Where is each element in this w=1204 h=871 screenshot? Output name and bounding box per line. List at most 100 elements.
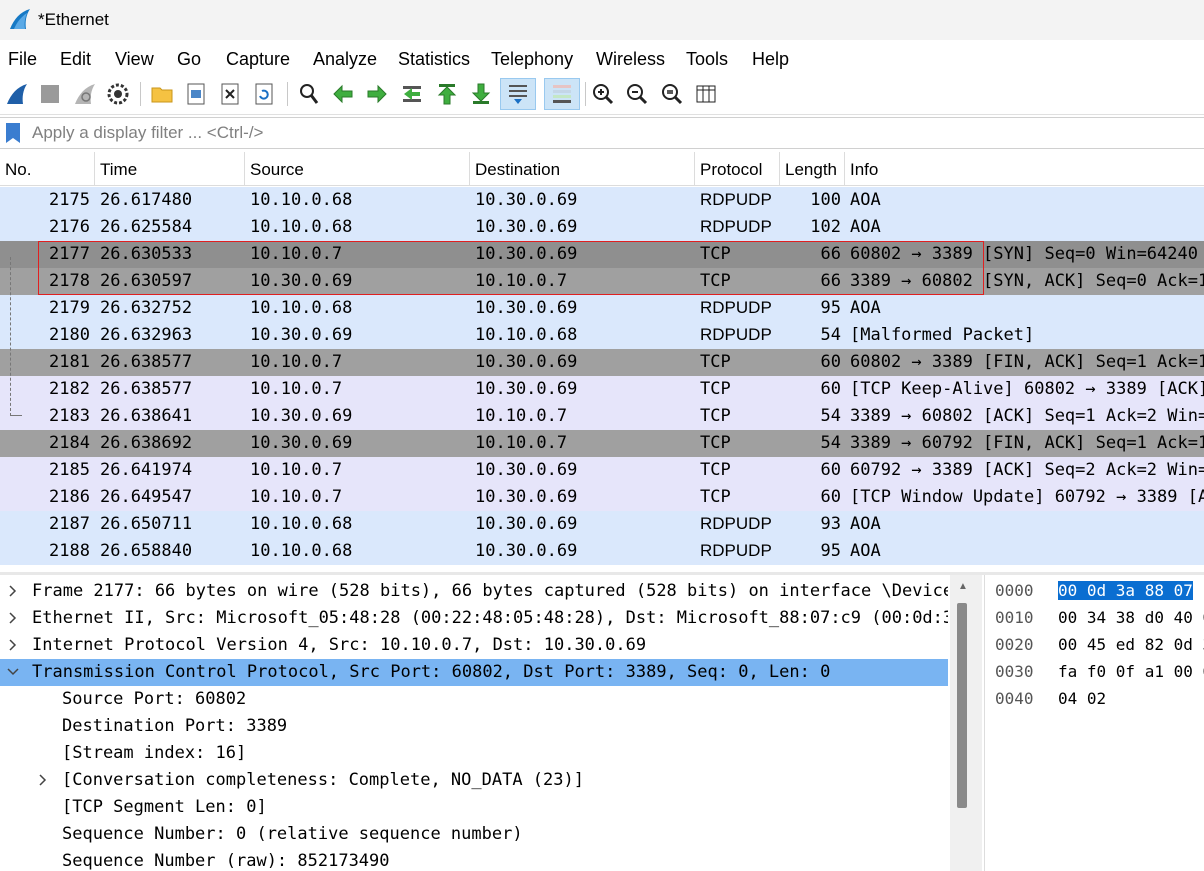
menu-go[interactable]: Go xyxy=(177,49,201,70)
packet-time: 26.650711 xyxy=(100,514,193,534)
previous-packet-button[interactable] xyxy=(328,78,358,110)
packet-row[interactable]: 2181 26.638577 10.10.0.7 10.30.0.69 TCP 60 608… xyxy=(0,349,1204,376)
packet-source: 10.30.0.69 xyxy=(250,406,353,426)
capture-options-button[interactable] xyxy=(103,78,133,110)
menu-statistics[interactable]: Statistics xyxy=(398,49,470,70)
menu-edit[interactable]: Edit xyxy=(60,49,91,70)
column-header-no[interactable]: No. xyxy=(0,152,95,186)
start-capture-button[interactable] xyxy=(2,78,32,110)
chevron-down-icon[interactable] xyxy=(6,665,20,679)
zoom-in-button[interactable] xyxy=(588,78,618,110)
detail-row[interactable]: Internet Protocol Version 4, Src: 10.10.… xyxy=(0,632,948,659)
zoom-out-button[interactable] xyxy=(622,78,652,110)
chevron-right-icon[interactable] xyxy=(6,584,20,598)
column-header-source[interactable]: Source xyxy=(245,152,470,186)
detail-row[interactable]: Source Port: 60802 xyxy=(0,686,948,713)
chevron-right-icon[interactable] xyxy=(6,638,20,652)
chevron-right-icon[interactable] xyxy=(36,773,50,787)
detail-text: Destination Port: 3389 xyxy=(62,716,288,736)
detail-row[interactable]: Frame 2177: 66 bytes on wire (528 bits),… xyxy=(0,578,948,605)
column-header-time[interactable]: Time xyxy=(95,152,245,186)
packet-length: 95 xyxy=(820,298,841,318)
packet-length: 60 xyxy=(820,487,841,507)
detail-text: Ethernet II, Src: Microsoft_05:48:28 (00… xyxy=(32,608,948,628)
resize-columns-button[interactable] xyxy=(691,78,721,110)
menu-tools[interactable]: Tools xyxy=(686,49,728,70)
menu-help[interactable]: Help xyxy=(752,49,789,70)
close-file-button[interactable] xyxy=(215,78,245,110)
packet-row[interactable]: 2178 26.630597 10.30.0.69 10.10.0.7 TCP 66 338… xyxy=(0,268,1204,295)
auto-scroll-button[interactable] xyxy=(500,78,536,110)
packet-info: AOA xyxy=(850,514,881,534)
packet-destination: 10.30.0.69 xyxy=(475,514,578,534)
packet-row[interactable]: 2175 26.617480 10.10.0.68 10.30.0.69 RDPUDP 1… xyxy=(0,187,1204,214)
detail-text: Internet Protocol Version 4, Src: 10.10.… xyxy=(32,635,647,655)
packet-length: 95 xyxy=(820,541,841,561)
bookmark-icon[interactable] xyxy=(3,122,23,144)
zoom-out-icon xyxy=(627,84,648,105)
packet-row[interactable]: 2183 26.638641 10.30.0.69 10.10.0.7 TCP 54 338… xyxy=(0,403,1204,430)
packet-row[interactable]: 2176 26.625584 10.10.0.68 10.30.0.69 RDPUDP 1… xyxy=(0,214,1204,241)
next-packet-button[interactable] xyxy=(362,78,392,110)
menu-telephony[interactable]: Telephony xyxy=(491,49,573,70)
packet-destination: 10.30.0.69 xyxy=(475,217,578,237)
packet-length: 66 xyxy=(820,271,841,291)
detail-row[interactable]: Destination Port: 3389 xyxy=(0,713,948,740)
display-filter-input[interactable] xyxy=(26,119,1204,147)
first-packet-button[interactable] xyxy=(432,78,462,110)
detail-row[interactable]: Sequence Number: 0 (relative sequence nu… xyxy=(0,821,948,848)
detail-row[interactable]: [Conversation completeness: Complete, NO… xyxy=(0,767,948,794)
menu-analyze[interactable]: Analyze xyxy=(313,49,377,70)
packet-row[interactable]: 2182 26.638577 10.10.0.7 10.30.0.69 TCP 60 [TC… xyxy=(0,376,1204,403)
packet-info: AOA xyxy=(850,298,881,318)
go-to-packet-button[interactable] xyxy=(397,78,427,110)
normal-size-button[interactable] xyxy=(657,78,687,110)
detail-row[interactable]: Ethernet II, Src: Microsoft_05:48:28 (00… xyxy=(0,605,948,632)
stop-capture-button[interactable] xyxy=(35,78,65,110)
reload-file-button[interactable] xyxy=(249,78,279,110)
open-file-button[interactable] xyxy=(147,78,177,110)
packet-row[interactable]: 2186 26.649547 10.10.0.7 10.30.0.69 TCP 60 [TC… xyxy=(0,484,1204,511)
column-header-protocol[interactable]: Protocol xyxy=(695,152,780,186)
packet-time: 26.632752 xyxy=(100,298,193,318)
menu-capture[interactable]: Capture xyxy=(226,49,290,70)
chevron-right-icon[interactable] xyxy=(6,611,20,625)
title-bar: *Ethernet xyxy=(0,0,1204,40)
packet-row[interactable]: 2188 26.658840 10.10.0.68 10.30.0.69 RDPUDP 9… xyxy=(0,538,1204,565)
packet-length: 60 xyxy=(820,460,841,480)
packet-destination: 10.30.0.69 xyxy=(475,541,578,561)
detail-row[interactable]: Transmission Control Protocol, Src Port:… xyxy=(0,659,948,686)
detail-text: Sequence Number (raw): 852173490 xyxy=(62,851,390,871)
toolbar-separator xyxy=(140,82,141,106)
scroll-up-icon[interactable]: ▲ xyxy=(958,581,968,592)
scrollbar-thumb[interactable] xyxy=(957,603,967,808)
packet-row[interactable]: 2185 26.641974 10.10.0.7 10.30.0.69 TCP 60 607… xyxy=(0,457,1204,484)
menu-file[interactable]: File xyxy=(8,49,37,70)
packet-source: 10.10.0.7 xyxy=(250,352,343,372)
packet-row[interactable]: 2177 26.630533 10.10.0.7 10.30.0.69 TCP 66 608… xyxy=(0,241,1204,268)
bytes-rest: 04 02 xyxy=(1058,689,1107,708)
restart-capture-button[interactable] xyxy=(70,78,100,110)
colorize-button[interactable] xyxy=(544,78,580,110)
packet-row[interactable]: 2179 26.632752 10.10.0.68 10.30.0.69 RDPUDP 9… xyxy=(0,295,1204,322)
packet-info: AOA xyxy=(850,217,881,237)
menu-wireless[interactable]: Wireless xyxy=(596,49,665,70)
detail-row[interactable]: [Stream index: 16] xyxy=(0,740,948,767)
find-packet-button[interactable] xyxy=(294,78,324,110)
bytes-offset: 0020 xyxy=(995,635,1034,654)
packet-details-pane: Frame 2177: 66 bytes on wire (528 bits),… xyxy=(0,575,948,871)
packet-row[interactable]: 2180 26.632963 10.30.0.69 10.10.0.68 RDPUDP 5… xyxy=(0,322,1204,349)
column-header-length[interactable]: Length xyxy=(780,152,845,186)
details-scrollbar[interactable]: ▲ xyxy=(950,575,982,871)
column-header-destination[interactable]: Destination xyxy=(470,152,695,186)
save-file-button[interactable] xyxy=(181,78,211,110)
packet-protocol: TCP xyxy=(700,406,731,426)
menu-view[interactable]: View xyxy=(115,49,154,70)
packet-row[interactable]: 2184 26.638692 10.30.0.69 10.10.0.7 TCP 54 338… xyxy=(0,430,1204,457)
packet-protocol: TCP xyxy=(700,460,731,480)
detail-row[interactable]: Sequence Number (raw): 852173490 xyxy=(0,848,948,871)
detail-row[interactable]: [TCP Segment Len: 0] xyxy=(0,794,948,821)
column-header-info[interactable]: Info xyxy=(845,152,1204,186)
last-packet-button[interactable] xyxy=(466,78,496,110)
packet-row[interactable]: 2187 26.650711 10.10.0.68 10.30.0.69 RDPUDP 9… xyxy=(0,511,1204,538)
